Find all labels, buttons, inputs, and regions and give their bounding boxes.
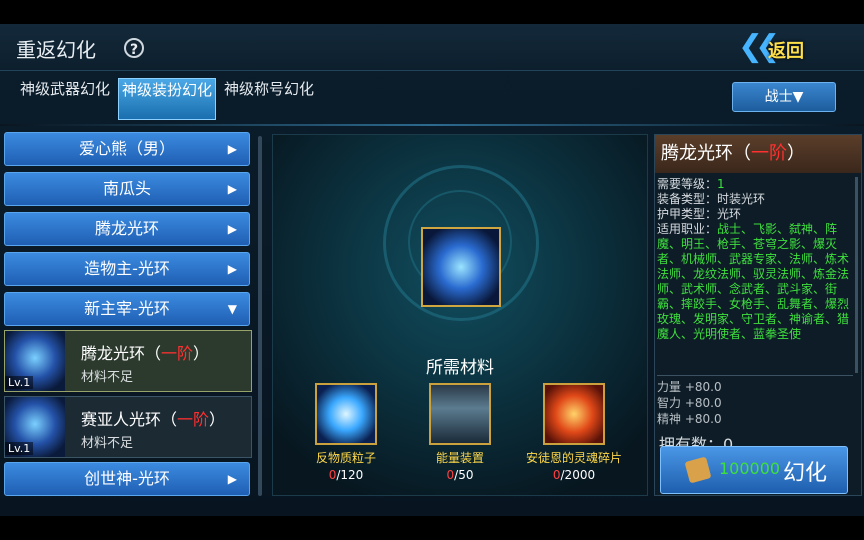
- convert-cost: 100000: [719, 459, 781, 478]
- material-name: 安徒恩的灵魂碎片: [525, 451, 622, 465]
- category-label: 爱心熊（男）: [78, 139, 175, 158]
- arrow-right-icon: ▶: [227, 472, 237, 486]
- arrow-right-icon: ▶: [227, 182, 237, 196]
- list-item[interactable]: Lv.1 腾龙光环（一阶） 材料不足: [4, 330, 252, 392]
- category-label: 新主宰-光环: [84, 299, 170, 318]
- item-name: 腾龙光环（一阶）: [81, 344, 210, 363]
- soul-fragment-icon: [543, 383, 605, 445]
- list-item[interactable]: Lv.1 赛亚人光环（一阶） 材料不足: [4, 396, 252, 458]
- category-love-bear[interactable]: 爱心熊（男） ▶: [4, 132, 250, 166]
- item-name: 赛亚人光环（一阶）: [81, 410, 226, 429]
- convert-button[interactable]: 100000 幻化: [660, 446, 848, 494]
- scroll-icon: [684, 456, 712, 484]
- material-name: 能量装置: [435, 451, 484, 465]
- class-select[interactable]: 战士▼: [732, 82, 836, 112]
- item-status: 材料不足: [81, 370, 134, 385]
- arrow-right-icon: ▶: [227, 142, 237, 156]
- material-slot[interactable]: 安徒恩的灵魂碎片 0/2000: [519, 383, 629, 482]
- category-genesis-aura[interactable]: 创世神-光环 ▶: [4, 462, 250, 496]
- stat-list: 力量 +80.0 智力 +80.0 精神 +80.0: [657, 380, 722, 426]
- detail-scrollbar[interactable]: [855, 177, 858, 373]
- arrow-right-icon: ▶: [227, 262, 237, 276]
- convert-label: 幻化: [783, 461, 828, 486]
- material-slot[interactable]: 能量装置 0/50: [405, 383, 515, 482]
- back-button[interactable]: ❮❮ 返回: [738, 30, 804, 64]
- help-icon[interactable]: ?: [124, 38, 144, 58]
- arrow-down-icon: ▼: [227, 302, 237, 316]
- category-label: 造物主-光环: [84, 259, 170, 278]
- energy-device-icon: [429, 383, 491, 445]
- category-pumpkin-head[interactable]: 南瓜头 ▶: [4, 172, 250, 206]
- divider: [657, 375, 853, 376]
- level-badge: Lv.1: [5, 376, 34, 389]
- antimatter-crystal-icon: [315, 383, 377, 445]
- detail-info: 需要等级：1 装备类型：时装光环 护甲类型：光环 适用职业：战士、飞影、弑神、阵…: [657, 177, 850, 341]
- category-dragon-aura[interactable]: 腾龙光环 ▶: [4, 212, 250, 246]
- category-label: 南瓜头: [102, 179, 151, 198]
- category-creator-aura[interactable]: 造物主-光环 ▶: [4, 252, 250, 286]
- level-badge: Lv.1: [5, 442, 34, 455]
- category-label: 腾龙光环: [94, 219, 159, 238]
- material-count: 0/50: [446, 468, 474, 482]
- tab-costume[interactable]: 神级装扮幻化: [118, 78, 216, 120]
- header-bar: 重返幻化 ? ❮❮ 返回: [0, 24, 864, 71]
- page-title: 重返幻化: [16, 38, 96, 62]
- item-list: 爱心熊（男） ▶ 南瓜头 ▶ 腾龙光环 ▶ 造物主-光环 ▶ 新主宰-光环 ▼ …: [4, 132, 258, 496]
- materials-heading: 所需材料: [426, 358, 494, 378]
- tab-title[interactable]: 神级称号幻化: [220, 78, 318, 120]
- category-new-master-aura[interactable]: 新主宰-光环 ▼: [4, 292, 250, 326]
- detail-title: 腾龙光环（一阶）: [655, 135, 861, 173]
- fusion-panel: 所需材料 反物质粒子 0/120 能量装置 0/50 安徒恩的灵魂碎片 0/20…: [272, 134, 648, 496]
- back-label: 返回: [768, 41, 804, 62]
- material-count: 0/120: [328, 468, 364, 482]
- tab-weapon[interactable]: 神级武器幻化: [16, 78, 114, 120]
- material-slot[interactable]: 反物质粒子 0/120: [291, 383, 401, 482]
- item-detail-panel: 腾龙光环（一阶） 需要等级：1 装备类型：时装光环 护甲类型：光环 适用职业：战…: [654, 134, 862, 496]
- material-count: 0/2000: [552, 468, 596, 482]
- target-item-icon[interactable]: [421, 227, 501, 307]
- game-window: 重返幻化 ? ❮❮ 返回 神级武器幻化 神级装扮幻化 神级称号幻化 战士▼ 爱心…: [0, 24, 864, 516]
- category-label: 创世神-光环: [84, 469, 170, 488]
- arrow-right-icon: ▶: [227, 222, 237, 236]
- material-name: 反物质粒子: [315, 451, 376, 465]
- divider: [0, 124, 864, 126]
- item-status: 材料不足: [81, 436, 134, 451]
- list-scrollbar[interactable]: [258, 136, 262, 496]
